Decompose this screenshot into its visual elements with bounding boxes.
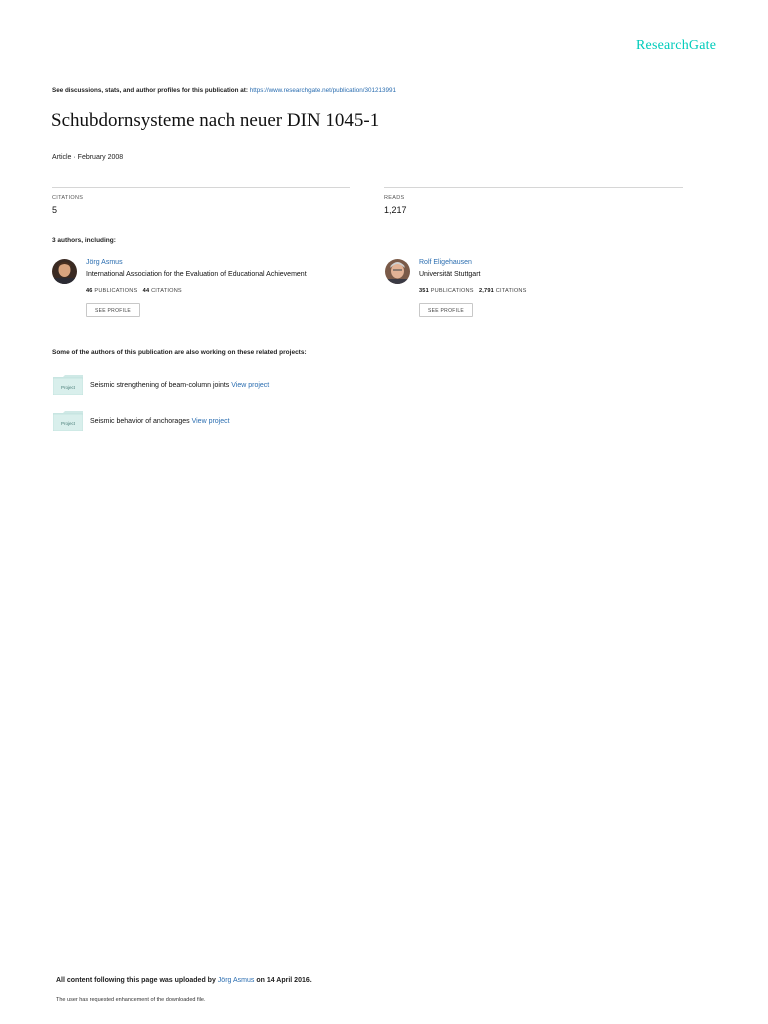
project-2-view-link[interactable]: View project [192, 418, 230, 425]
author-1-institution: International Association for the Evalua… [86, 271, 307, 278]
project-1-view-link[interactable]: View project [231, 382, 269, 389]
author-1-citations-count: 44 [142, 288, 150, 294]
author-1-citations-label: CITATIONS [151, 288, 182, 294]
uploader-link[interactable]: Jörg Asmus [218, 977, 255, 984]
author-1-avatar[interactable] [52, 259, 77, 284]
project-2-icon-label: Project [61, 421, 76, 426]
publication-title: Schubdornsysteme nach neuer DIN 1045-1 [51, 110, 380, 131]
author-1-stats: 46 PUBLICATIONS 44 CITATIONS [86, 288, 182, 294]
reads-value: 1,217 [384, 205, 407, 215]
project-folder-icon: Project [52, 375, 84, 396]
reads-divider [384, 187, 683, 188]
author-1-publications-label: PUBLICATIONS [94, 288, 138, 294]
project-1: Seismic strengthening of beam-column joi… [90, 382, 269, 389]
upload-prefix: All content following this page was uplo… [56, 977, 216, 984]
project-1-title: Seismic strengthening of beam-column joi… [90, 382, 230, 389]
author-2-publications-label: PUBLICATIONS [430, 288, 474, 294]
reads-label: READS [384, 195, 405, 201]
authors-heading: 3 authors, including: [52, 237, 116, 244]
author-2-citations-count: 2,791 [478, 288, 494, 294]
author-2-citations-label: CITATIONS [495, 288, 527, 294]
citations-value: 5 [52, 205, 58, 215]
upload-suffix: on 14 April 2016. [256, 977, 312, 984]
header-note: See discussions, stats, and author profi… [52, 87, 396, 94]
related-projects-heading: Some of the authors of this publication … [52, 349, 307, 356]
publication-meta: Article · February 2008 [52, 154, 124, 161]
citations-divider [52, 187, 350, 188]
project-1-icon-label: Project [61, 385, 76, 390]
author-1-publications-count: 46 [86, 288, 93, 294]
author-2-see-profile-button[interactable]: SEE PROFILE [419, 303, 473, 317]
author-2-institution: Universität Stuttgart [419, 271, 481, 278]
author-2-name-link[interactable]: Rolf Eligehausen [419, 259, 472, 266]
author-1-see-profile-button[interactable]: SEE PROFILE [86, 303, 140, 317]
upload-note: All content following this page was uplo… [56, 977, 312, 984]
author-2-stats: 351 PUBLICATIONS 2,791 CITATIONS [419, 288, 527, 294]
enhancement-note: The user has requested enhancement of th… [56, 997, 206, 1003]
project-2-title: Seismic behavior of anchorages [90, 418, 190, 425]
author-1-name-link[interactable]: Jörg Asmus [86, 259, 123, 266]
author-2-publications-count: 351 [419, 288, 429, 294]
author-2-avatar[interactable] [385, 259, 410, 284]
researchgate-logo[interactable]: ResearchGate [636, 38, 716, 54]
project-2: Seismic behavior of anchorages View proj… [90, 418, 230, 425]
publication-url-link[interactable]: https://www.researchgate.net/publication… [250, 87, 396, 94]
project-folder-icon: Project [52, 411, 84, 432]
citations-label: CITATIONS [52, 195, 84, 201]
header-note-text: See discussions, stats, and author profi… [52, 87, 248, 94]
